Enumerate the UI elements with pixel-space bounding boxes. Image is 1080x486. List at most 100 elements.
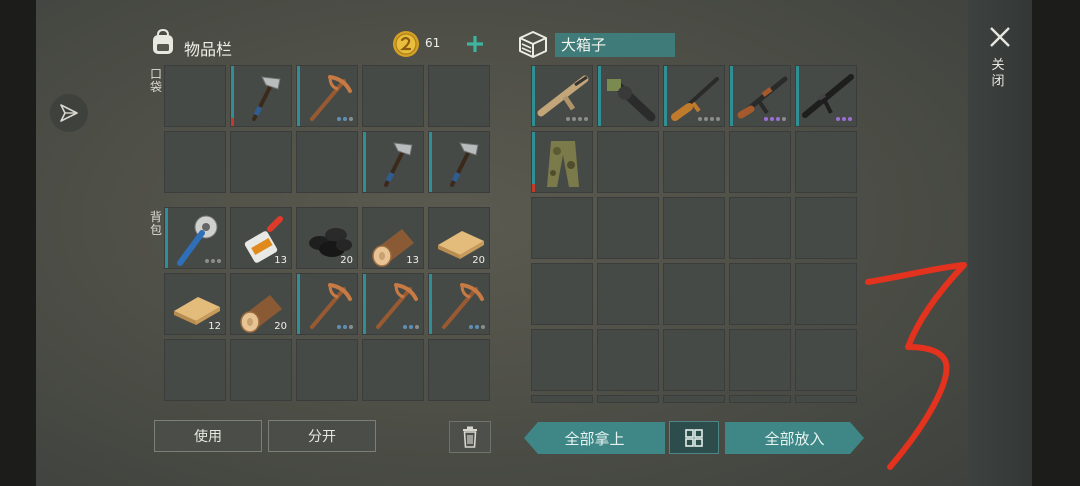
pocket-slot[interactable] bbox=[428, 131, 490, 193]
backpack-icon bbox=[153, 28, 173, 54]
take-all-button[interactable]: 全部拿上 bbox=[524, 422, 665, 454]
chest-slot[interactable] bbox=[795, 197, 857, 259]
pocket-slot[interactable] bbox=[362, 131, 424, 193]
camo-pants-icon bbox=[547, 141, 579, 187]
pocket-label: 口袋 bbox=[149, 67, 162, 94]
backpack-slot[interactable] bbox=[428, 273, 490, 335]
close-button[interactable] bbox=[985, 22, 1015, 52]
quality-dots bbox=[403, 325, 419, 329]
pocket-slot[interactable] bbox=[296, 65, 358, 127]
chest-slot[interactable] bbox=[531, 131, 593, 193]
item-count: 12 bbox=[208, 321, 221, 332]
chest-slot[interactable] bbox=[597, 131, 659, 193]
chest-slot[interactable] bbox=[729, 65, 791, 127]
hatchet-icon bbox=[252, 76, 281, 121]
backpack-slot[interactable]: 20 bbox=[428, 207, 490, 269]
quality-dots bbox=[566, 117, 588, 121]
item-count: 20 bbox=[340, 255, 353, 266]
chest-slot[interactable] bbox=[597, 263, 659, 325]
backpack-slot[interactable] bbox=[230, 339, 292, 401]
chest-slot[interactable] bbox=[795, 65, 857, 127]
quality-dots bbox=[469, 325, 485, 329]
chest-slot[interactable] bbox=[795, 395, 857, 403]
quality-dots bbox=[836, 117, 852, 121]
backpack-slot[interactable] bbox=[164, 207, 226, 269]
chest-slot[interactable] bbox=[663, 131, 725, 193]
minigun-icon bbox=[607, 79, 656, 122]
chest-title: 大箱子 bbox=[555, 33, 675, 57]
durability-low-bar bbox=[231, 118, 234, 126]
chest-slot[interactable] bbox=[729, 329, 791, 391]
backpack-slot[interactable] bbox=[296, 339, 358, 401]
close-label: 关闭 bbox=[991, 58, 1005, 89]
pocket-slot[interactable] bbox=[230, 65, 292, 127]
chest-slot[interactable] bbox=[597, 197, 659, 259]
chest-slot[interactable] bbox=[531, 329, 593, 391]
red-scribble-drawing bbox=[865, 262, 967, 470]
chest-slot[interactable] bbox=[729, 197, 791, 259]
backpack-slot[interactable]: 13 bbox=[362, 207, 424, 269]
backpack-slot[interactable]: 20 bbox=[296, 207, 358, 269]
put-all-button[interactable]: 全部放入 bbox=[725, 422, 864, 454]
backpack-slot[interactable] bbox=[362, 339, 424, 401]
chest-slot[interactable] bbox=[663, 65, 725, 127]
pocket-slot[interactable] bbox=[362, 65, 424, 127]
chest-slot[interactable] bbox=[663, 197, 725, 259]
quality-dots bbox=[337, 325, 353, 329]
backpack-slot[interactable]: 13 bbox=[230, 207, 292, 269]
chest-slot[interactable] bbox=[663, 329, 725, 391]
chest-slot[interactable] bbox=[597, 65, 659, 127]
backpack-slot[interactable] bbox=[362, 273, 424, 335]
pocket-slot[interactable] bbox=[230, 131, 292, 193]
chest-slot[interactable] bbox=[531, 65, 593, 127]
chest-slot[interactable] bbox=[531, 395, 593, 403]
item-count: 13 bbox=[406, 255, 419, 266]
pocket-slot[interactable] bbox=[296, 131, 358, 193]
chest-slot[interactable] bbox=[795, 329, 857, 391]
left-screen-edge bbox=[0, 0, 36, 486]
quality-dots bbox=[764, 117, 786, 121]
sort-button[interactable] bbox=[669, 421, 719, 454]
hatchet-icon bbox=[450, 142, 479, 187]
backpack-slot[interactable] bbox=[164, 339, 226, 401]
trash-button[interactable] bbox=[449, 421, 491, 453]
trash-icon bbox=[463, 426, 477, 448]
hatchet-icon bbox=[384, 142, 413, 187]
add-coins-button[interactable] bbox=[460, 30, 490, 58]
chest-slot[interactable] bbox=[795, 131, 857, 193]
quality-dots bbox=[205, 259, 221, 263]
backpack-slot[interactable] bbox=[296, 273, 358, 335]
chest-slot[interactable] bbox=[597, 395, 659, 403]
pocket-slot[interactable] bbox=[428, 65, 490, 127]
coin-icon bbox=[393, 31, 419, 57]
use-button[interactable]: 使用 bbox=[154, 420, 262, 452]
pocket-slot[interactable] bbox=[164, 65, 226, 127]
chest-slot[interactable] bbox=[531, 263, 593, 325]
backpack-label: 背包 bbox=[149, 210, 162, 237]
send-icon bbox=[60, 104, 78, 122]
pocket-slot[interactable] bbox=[164, 131, 226, 193]
durability-low-bar bbox=[532, 184, 535, 192]
send-icon-button[interactable] bbox=[50, 94, 88, 132]
quality-dots bbox=[698, 117, 720, 121]
close-icon bbox=[990, 27, 1010, 47]
inventory-title: 物品栏 bbox=[184, 40, 233, 59]
chest-slot[interactable] bbox=[531, 197, 593, 259]
chest-slot[interactable] bbox=[795, 263, 857, 325]
chest-slot[interactable] bbox=[729, 131, 791, 193]
chest-slot[interactable] bbox=[729, 395, 791, 403]
grid-sort-icon bbox=[685, 428, 703, 447]
item-count: 20 bbox=[472, 255, 485, 266]
coin-count: 61 bbox=[425, 36, 441, 50]
plus-icon bbox=[467, 36, 483, 52]
chest-slot[interactable] bbox=[663, 395, 725, 403]
backpack-slot[interactable] bbox=[428, 339, 490, 401]
right-screen-edge bbox=[1032, 0, 1080, 486]
backpack-slot[interactable]: 20 bbox=[230, 273, 292, 335]
chest-slot[interactable] bbox=[663, 263, 725, 325]
backpack-slot[interactable]: 12 bbox=[164, 273, 226, 335]
chest-slot[interactable] bbox=[597, 329, 659, 391]
split-button[interactable]: 分开 bbox=[268, 420, 376, 452]
chest-slot[interactable] bbox=[729, 263, 791, 325]
quality-dots bbox=[337, 117, 353, 121]
